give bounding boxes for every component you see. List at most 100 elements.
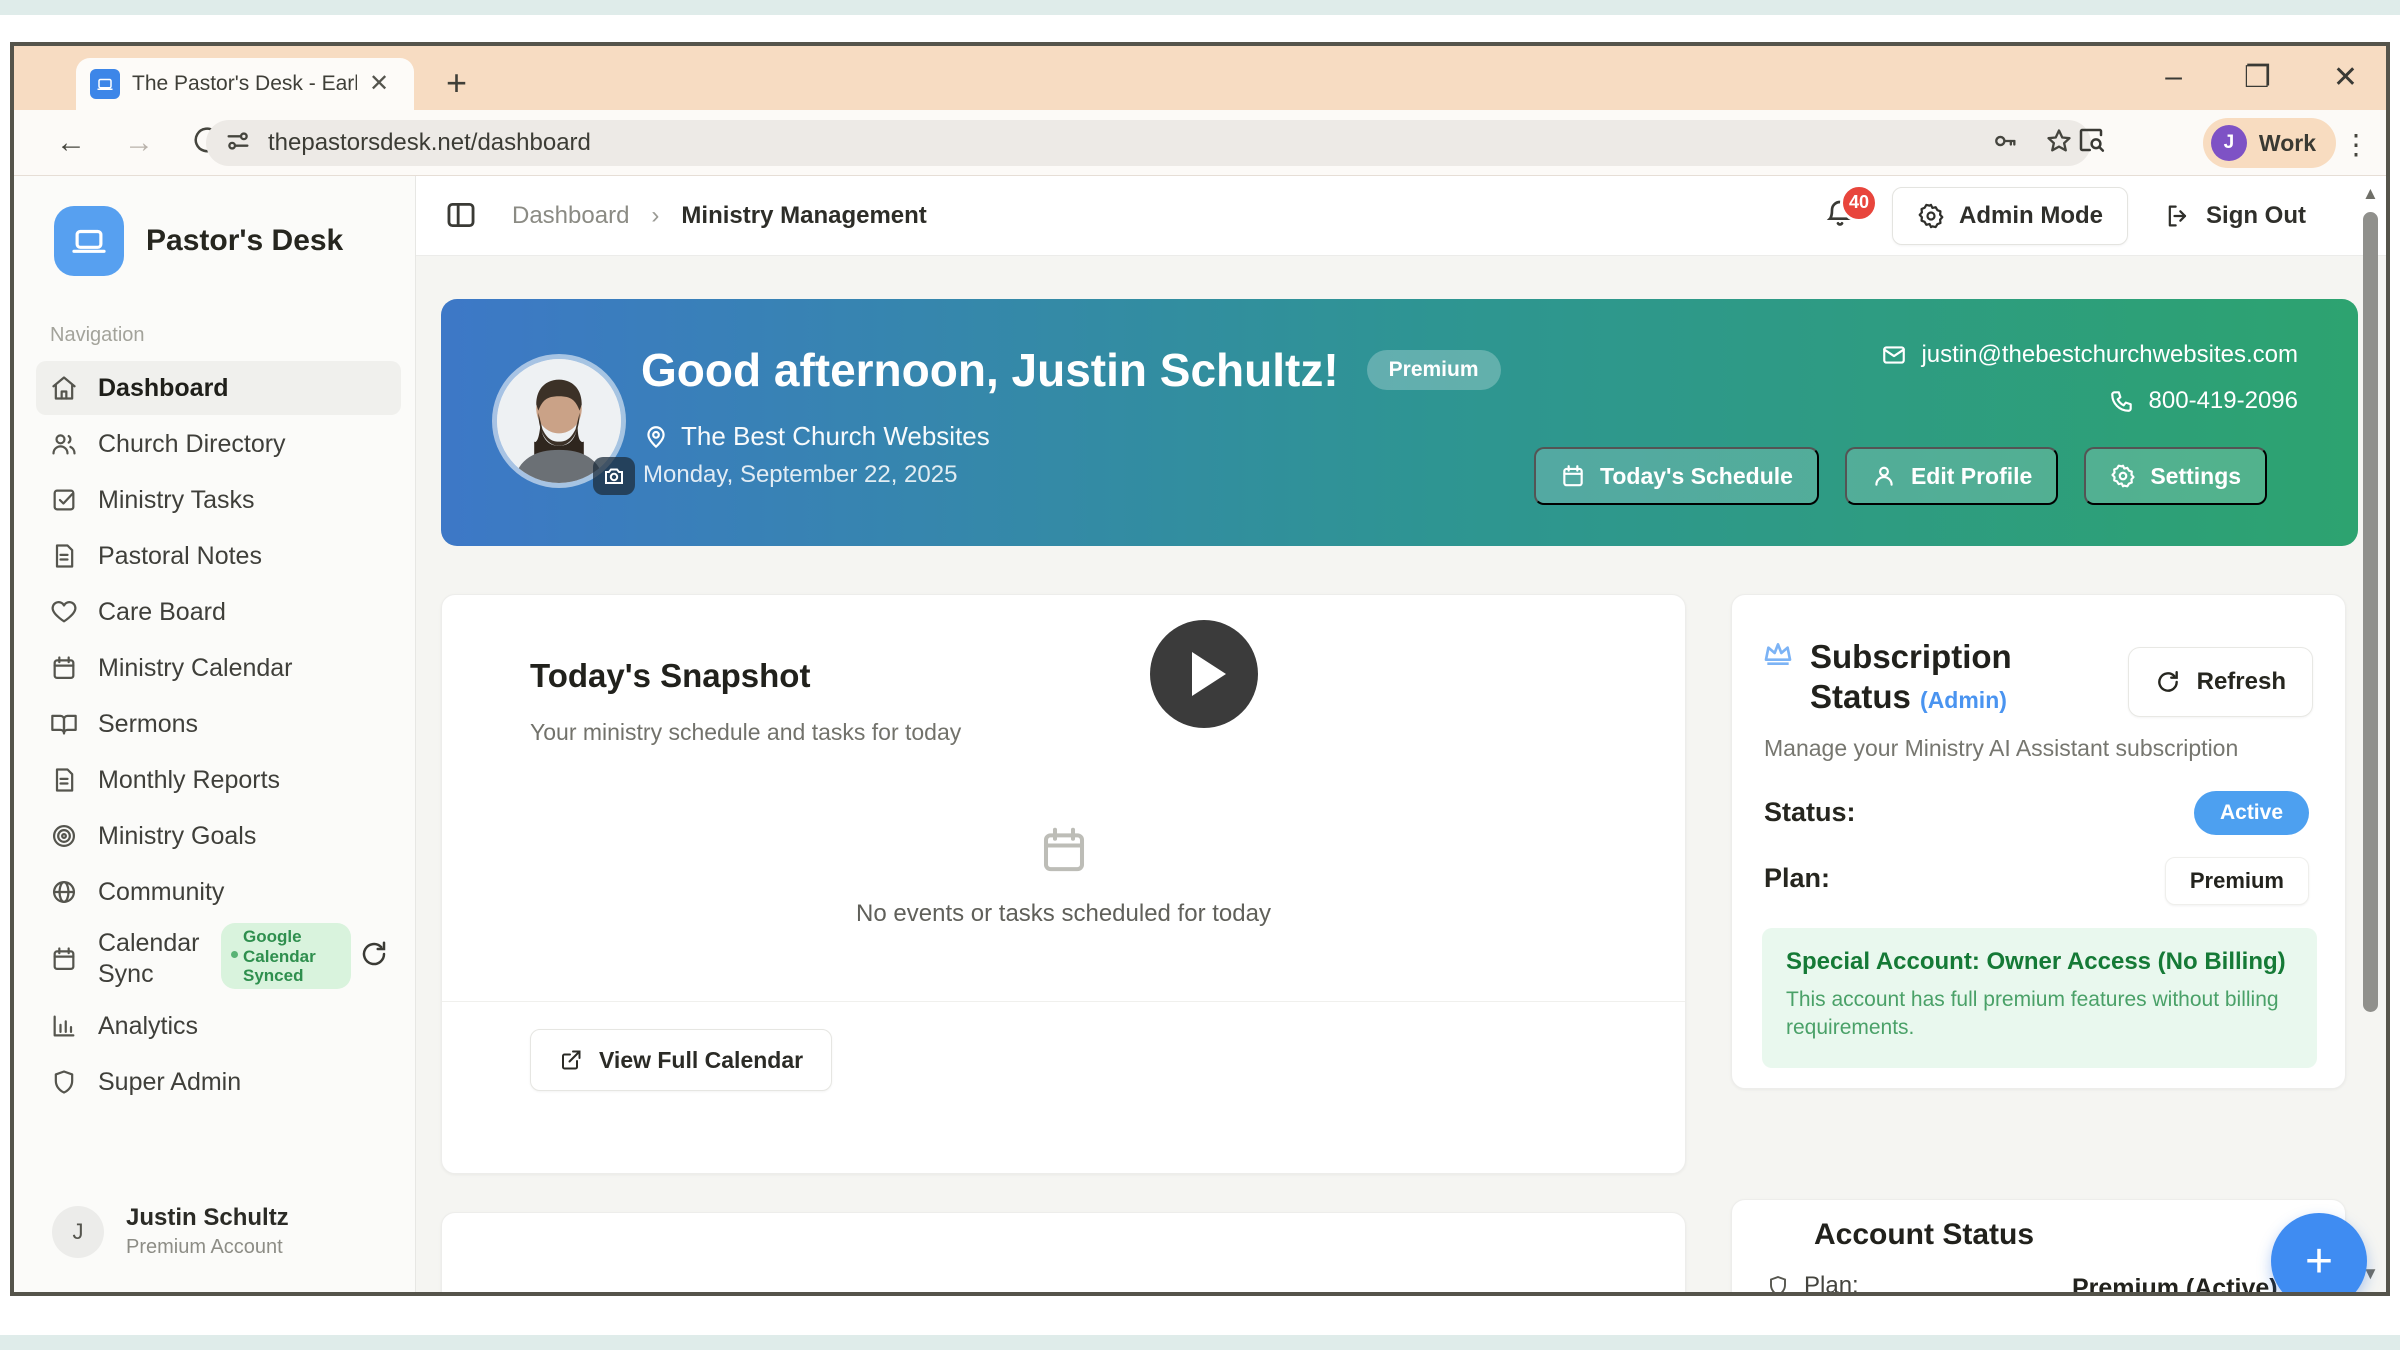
- todays-snapshot-card: Today's Snapshot Your ministry schedule …: [441, 594, 1686, 1174]
- profile-label: Work: [2259, 130, 2316, 157]
- site-info-icon[interactable]: [224, 127, 252, 160]
- notification-count-badge: 40: [1840, 184, 1878, 222]
- sign-out-button[interactable]: Sign Out: [2164, 202, 2306, 230]
- account-plan-label: Plan:: [1804, 1272, 1859, 1292]
- window-minimize-button[interactable]: –: [2165, 60, 2182, 95]
- add-fab-button[interactable]: +: [2271, 1213, 2367, 1292]
- back-icon[interactable]: ←: [56, 126, 86, 160]
- google-calendar-synced-badge: Google Calendar Synced: [221, 923, 351, 989]
- forward-icon[interactable]: →: [124, 126, 154, 160]
- sync-refresh-icon[interactable]: [359, 939, 389, 976]
- profile-avatar: J: [2211, 125, 2247, 161]
- todays-schedule-button[interactable]: Today's Schedule: [1534, 447, 1819, 505]
- passwords-key-icon[interactable]: [1991, 127, 2019, 160]
- map-pin-icon: [643, 424, 669, 450]
- refresh-button[interactable]: Refresh: [2128, 647, 2313, 717]
- browser-toolbar: ← → thepastorsdesk.net/dashboard J Work …: [14, 110, 2386, 176]
- book-open-icon: [50, 710, 78, 738]
- check-square-icon: [50, 486, 78, 514]
- home-icon: [50, 374, 78, 402]
- divider: [442, 1001, 1685, 1002]
- sidebar-item-ministry-goals[interactable]: Ministry Goals: [36, 809, 401, 863]
- report-file-icon: [50, 766, 78, 794]
- tab-close-icon[interactable]: ✕: [369, 72, 389, 96]
- app-logo-icon: [54, 206, 124, 276]
- current-date: Monday, September 22, 2025: [643, 461, 957, 489]
- edit-profile-button[interactable]: Edit Profile: [1845, 447, 2058, 505]
- admin-mode-button[interactable]: Admin Mode: [1892, 187, 2128, 245]
- external-link-icon: [559, 1048, 583, 1072]
- url-text: thepastorsdesk.net/dashboard: [268, 129, 1991, 157]
- new-tab-button[interactable]: +: [446, 62, 467, 104]
- breadcrumb-current: Ministry Management: [681, 202, 926, 230]
- user-avatar: J: [52, 1206, 104, 1258]
- welcome-hero-card: Good afternoon, Justin Schultz! Premium …: [441, 299, 2358, 546]
- shield-icon: [1766, 1274, 1790, 1292]
- search-tabs-icon[interactable]: [2076, 125, 2106, 160]
- bookmark-star-icon[interactable]: [2045, 127, 2073, 160]
- lower-content-card: [441, 1212, 1686, 1292]
- browser-tab[interactable]: The Pastor's Desk - Early Acces ✕: [76, 58, 414, 110]
- tab-title: The Pastor's Desk - Early Acces: [132, 72, 357, 96]
- notice-body: This account has full premium features w…: [1786, 986, 2293, 1043]
- subscription-subtitle: Manage your Ministry AI Assistant subscr…: [1764, 735, 2238, 762]
- window-maximize-button[interactable]: ❐: [2244, 60, 2271, 95]
- browser-profile-chip[interactable]: J Work: [2203, 118, 2336, 168]
- status-label: Status:: [1764, 797, 1856, 828]
- sidebar-item-ministry-tasks[interactable]: Ministry Tasks: [36, 473, 401, 527]
- note-file-icon: [50, 542, 78, 570]
- calendar-icon: [1560, 463, 1586, 489]
- breadcrumb-parent[interactable]: Dashboard: [512, 202, 629, 230]
- subscription-title: Subscription Status (Admin): [1810, 637, 2012, 716]
- sidebar-item-super-admin[interactable]: Super Admin: [36, 1055, 401, 1109]
- view-full-calendar-button[interactable]: View Full Calendar: [530, 1029, 832, 1091]
- snapshot-subtitle: Your ministry schedule and tasks for tod…: [530, 719, 961, 746]
- shield-icon: [50, 1068, 78, 1096]
- scrollbar-thumb[interactable]: [2363, 212, 2378, 1012]
- sidebar-item-calendar-sync[interactable]: Calendar Sync Google Calendar Synced: [36, 921, 401, 997]
- sidebar-item-pastoral-notes[interactable]: Pastoral Notes: [36, 529, 401, 583]
- page-scrollbar[interactable]: ▲ ▼: [2358, 176, 2384, 1292]
- window-close-button[interactable]: ✕: [2333, 60, 2358, 95]
- app-topbar: Dashboard › Ministry Management 40 Admin…: [416, 176, 2386, 256]
- users-icon: [50, 430, 78, 458]
- sidebar-item-dashboard[interactable]: Dashboard: [36, 361, 401, 415]
- sidebar-item-analytics[interactable]: Analytics: [36, 999, 401, 1053]
- greeting-title: Good afternoon, Justin Schultz!: [641, 343, 1339, 397]
- url-bar[interactable]: thepastorsdesk.net/dashboard: [206, 120, 2091, 166]
- notice-title: Special Account: Owner Access (No Billin…: [1786, 948, 2293, 976]
- sidebar: Pastor's Desk Navigation Dashboard Churc…: [14, 176, 416, 1292]
- subscription-status-card: Subscription Status (Admin) Refresh Mana…: [1731, 594, 2346, 1089]
- notifications-button[interactable]: 40: [1824, 198, 1856, 235]
- video-play-button[interactable]: [1150, 620, 1258, 728]
- contact-email: justin@thebestchurchwebsites.com: [1921, 341, 2298, 369]
- frame-band-bottom: [0, 1335, 2400, 1350]
- play-icon: [1192, 652, 1226, 696]
- app-viewport: Pastor's Desk Navigation Dashboard Churc…: [14, 176, 2386, 1292]
- sidebar-item-ministry-calendar[interactable]: Ministry Calendar: [36, 641, 401, 695]
- premium-badge: Premium: [1367, 350, 1501, 390]
- settings-button[interactable]: Settings: [2084, 447, 2267, 505]
- refresh-icon: [2155, 669, 2181, 695]
- logout-icon: [2164, 202, 2192, 230]
- app-logo-text: Pastor's Desk: [146, 224, 343, 258]
- calendar-icon: [50, 654, 78, 682]
- account-status-title: Account Status: [1814, 1218, 2034, 1252]
- sidebar-item-monthly-reports[interactable]: Monthly Reports: [36, 753, 401, 807]
- status-active-badge: Active: [2194, 791, 2309, 835]
- user-icon: [1871, 463, 1897, 489]
- browser-menu-icon[interactable]: ⋮: [2342, 128, 2370, 161]
- frame-band-top: [0, 0, 2400, 15]
- sidebar-item-care-board[interactable]: Care Board: [36, 585, 401, 639]
- sidebar-user[interactable]: J Justin Schultz Premium Account: [52, 1204, 289, 1259]
- change-photo-camera-icon[interactable]: [593, 457, 635, 495]
- scroll-up-icon[interactable]: ▲: [2362, 184, 2379, 204]
- sidebar-item-sermons[interactable]: Sermons: [36, 697, 401, 751]
- gear-icon: [1917, 202, 1945, 230]
- gear-icon: [2110, 463, 2136, 489]
- sidebar-item-community[interactable]: Community: [36, 865, 401, 919]
- snapshot-empty-text: No events or tasks scheduled for today: [442, 900, 1685, 928]
- sidebar-toggle-icon[interactable]: [444, 198, 478, 237]
- calendar-sync-icon: [50, 945, 78, 973]
- sidebar-item-church-directory[interactable]: Church Directory: [36, 417, 401, 471]
